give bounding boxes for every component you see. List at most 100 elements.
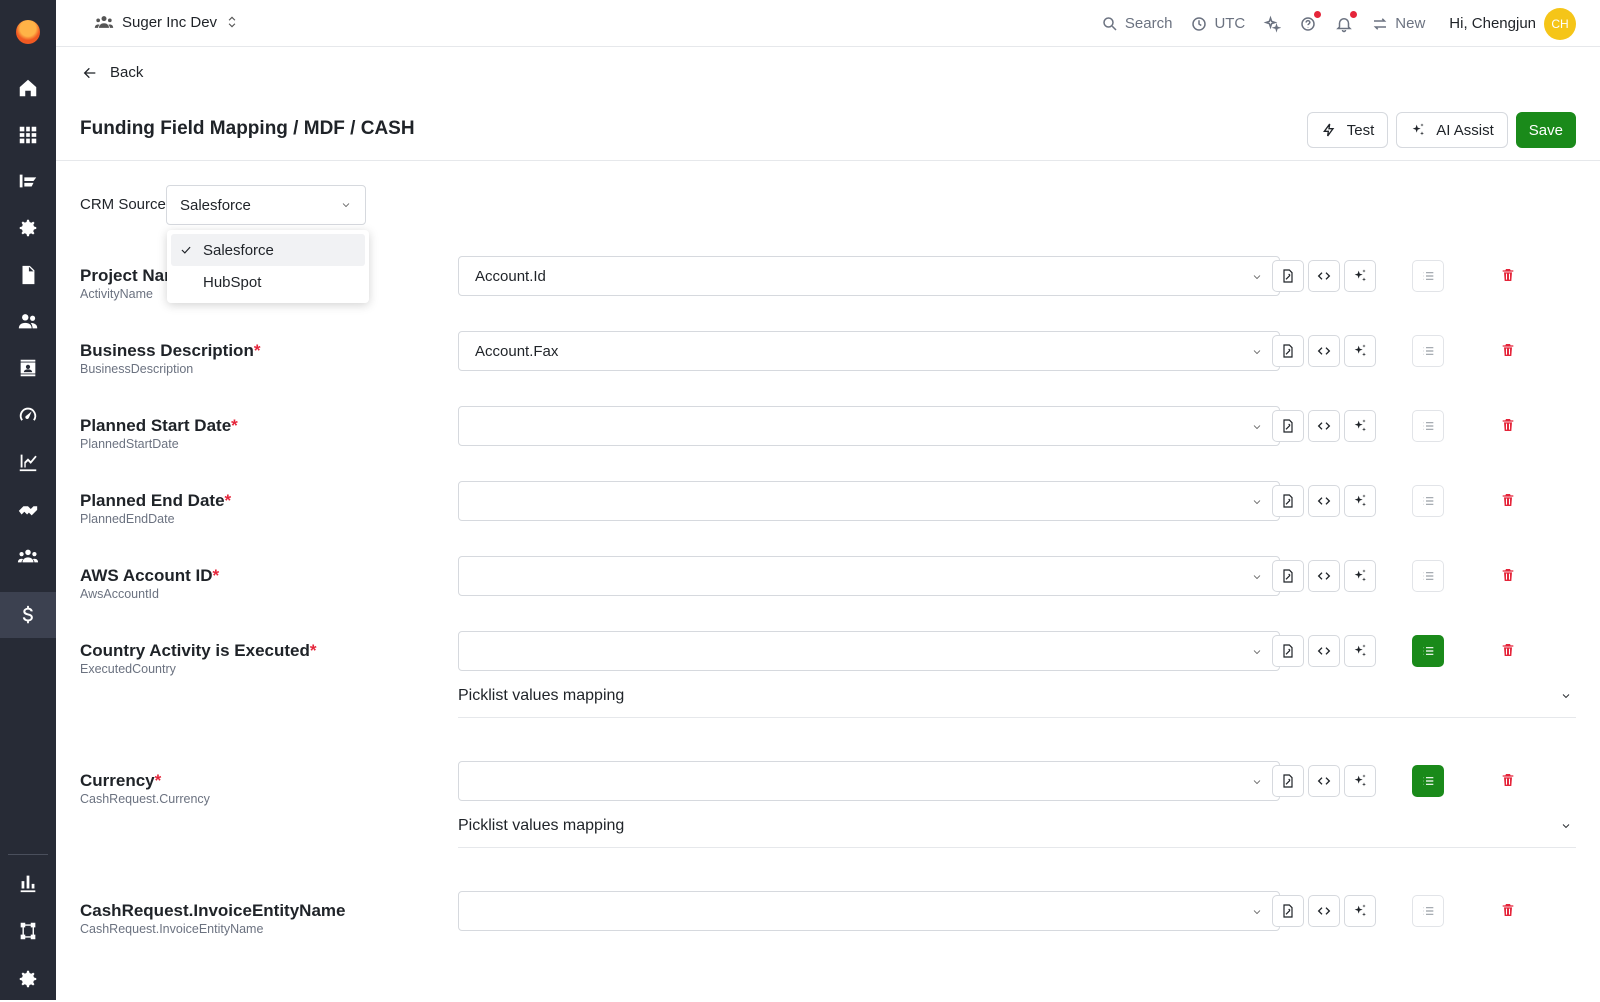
chevron-down-icon <box>1253 275 1261 280</box>
sparkle-icon <box>1354 494 1366 507</box>
help-button[interactable] <box>1299 10 1322 33</box>
field-picker-button[interactable] <box>1272 485 1304 517</box>
picklist-values-mapping[interactable]: Picklist values mapping <box>458 674 1576 718</box>
dashboard-gauge-icon[interactable] <box>0 392 56 438</box>
code-icon <box>1317 497 1331 505</box>
notifications-button[interactable] <box>1335 10 1358 33</box>
listings-icon[interactable] <box>0 158 56 204</box>
field-label-text: Business Description <box>80 341 254 360</box>
field-source-select[interactable] <box>458 406 1280 446</box>
back-button[interactable]: Back <box>82 64 143 81</box>
home-icon[interactable] <box>0 65 56 111</box>
field-picker-button[interactable] <box>1272 260 1304 292</box>
ai-suggest-button[interactable] <box>1344 895 1376 927</box>
dollar-funding-icon[interactable] <box>0 592 56 638</box>
field-source-select[interactable] <box>458 631 1280 671</box>
org-name: Suger Inc Dev <box>122 13 218 31</box>
dropdown-option-hubspot[interactable]: HubSpot <box>171 266 365 298</box>
picklist-values-mapping[interactable]: Picklist values mapping <box>458 804 1576 848</box>
picklist-toggle-button[interactable] <box>1412 260 1444 292</box>
check-icon <box>181 246 191 254</box>
field-label: Country Activity is Executed* <box>80 641 317 661</box>
field-label-text: Project Nar <box>80 266 171 285</box>
picklist-toggle-button[interactable] <box>1412 635 1444 667</box>
field-picker-button[interactable] <box>1272 765 1304 797</box>
ai-assist-button[interactable]: AI Assist <box>1396 112 1508 148</box>
ai-suggest-button[interactable] <box>1344 560 1376 592</box>
app-logo[interactable] <box>16 20 40 44</box>
list-icon <box>1423 572 1434 580</box>
picklist-toggle-button[interactable] <box>1412 410 1444 442</box>
org-switcher[interactable]: Suger Inc Dev <box>94 12 239 32</box>
document-icon[interactable] <box>0 252 56 298</box>
delete-row-button[interactable] <box>1500 642 1520 662</box>
code-expression-button[interactable] <box>1308 635 1340 667</box>
contacts-icon[interactable] <box>0 345 56 391</box>
users-icon[interactable] <box>0 298 56 344</box>
reports-bar-chart-icon[interactable] <box>0 860 56 906</box>
partners-icon[interactable] <box>0 533 56 579</box>
ai-suggest-button[interactable] <box>1344 485 1376 517</box>
picklist-label: Picklist values mapping <box>458 816 625 834</box>
code-expression-button[interactable] <box>1308 260 1340 292</box>
avatar[interactable]: CH <box>1544 7 1576 40</box>
sparkle-icon <box>1354 644 1366 657</box>
delete-row-button[interactable] <box>1500 902 1520 922</box>
field-picker-button[interactable] <box>1272 410 1304 442</box>
field-source-select[interactable] <box>458 891 1280 931</box>
settings-gear-icon[interactable] <box>0 205 56 251</box>
timezone-button[interactable]: UTC <box>1190 15 1245 33</box>
delete-row-button[interactable] <box>1500 417 1520 437</box>
search-button[interactable]: Search <box>1101 15 1172 33</box>
ai-sparkle-button[interactable] <box>1263 15 1282 33</box>
code-expression-button[interactable] <box>1308 410 1340 442</box>
field-source-select[interactable] <box>458 481 1280 521</box>
picklist-toggle-button[interactable] <box>1412 560 1444 592</box>
field-picker-button[interactable] <box>1272 560 1304 592</box>
code-expression-button[interactable] <box>1308 895 1340 927</box>
test-button[interactable]: Test <box>1306 112 1389 148</box>
save-button[interactable]: Save <box>1515 112 1576 148</box>
field-picker-button[interactable] <box>1272 895 1304 927</box>
ai-suggest-button[interactable] <box>1344 335 1376 367</box>
chevron-down-icon <box>1562 694 1570 699</box>
apps-grid-icon[interactable] <box>0 112 56 158</box>
ai-suggest-button[interactable] <box>1344 765 1376 797</box>
code-expression-button[interactable] <box>1308 765 1340 797</box>
field-picker-button[interactable] <box>1272 335 1304 367</box>
code-expression-button[interactable] <box>1308 560 1340 592</box>
ai-suggest-button[interactable] <box>1344 260 1376 292</box>
field-source-select[interactable]: Account.Fax <box>458 331 1280 371</box>
ai-suggest-button[interactable] <box>1344 635 1376 667</box>
field-source-select[interactable] <box>458 761 1280 801</box>
ai-suggest-button[interactable] <box>1344 410 1376 442</box>
crm-source-select[interactable]: Salesforce <box>166 185 366 225</box>
delete-row-button[interactable] <box>1500 342 1520 362</box>
ai-assist-label: AI Assist <box>1436 121 1494 139</box>
handshake-icon[interactable] <box>0 486 56 532</box>
dropdown-option-salesforce[interactable]: Salesforce <box>171 234 365 266</box>
field-source-select[interactable]: Account.Id <box>458 256 1280 296</box>
analytics-icon[interactable] <box>0 439 56 485</box>
unfold-icon <box>228 16 236 28</box>
code-icon <box>1317 647 1331 655</box>
delete-row-button[interactable] <box>1500 267 1520 287</box>
picklist-toggle-button[interactable] <box>1412 485 1444 517</box>
file-edit-icon <box>1283 904 1293 918</box>
picklist-toggle-button[interactable] <box>1412 895 1444 927</box>
new-button[interactable]: New <box>1371 15 1425 33</box>
code-expression-button[interactable] <box>1308 335 1340 367</box>
page-title: Funding Field Mapping / MDF / CASH <box>80 118 415 139</box>
field-picker-button[interactable] <box>1272 635 1304 667</box>
field-source-select[interactable] <box>458 556 1280 596</box>
picklist-toggle-button[interactable] <box>1412 765 1444 797</box>
delete-row-button[interactable] <box>1500 492 1520 512</box>
admin-settings-icon[interactable] <box>0 956 56 1002</box>
sparkle-icon <box>1354 904 1366 917</box>
code-expression-button[interactable] <box>1308 485 1340 517</box>
delete-row-button[interactable] <box>1500 772 1520 792</box>
delete-row-button[interactable] <box>1500 567 1520 587</box>
trash-icon <box>1502 774 1514 786</box>
integrations-icon[interactable] <box>0 908 56 954</box>
picklist-toggle-button[interactable] <box>1412 335 1444 367</box>
